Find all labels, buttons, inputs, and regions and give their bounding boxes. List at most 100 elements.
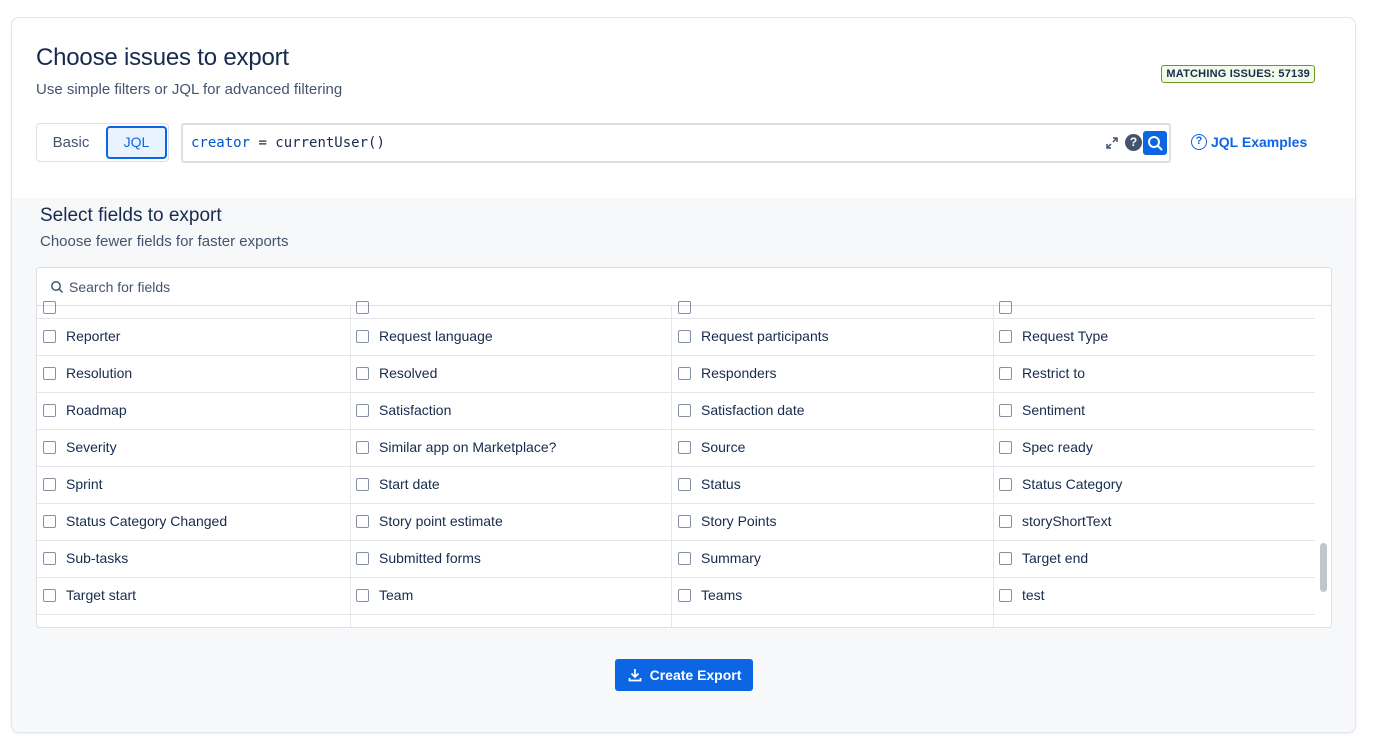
field-option[interactable]: Story point estimate <box>356 503 666 539</box>
jql-mode-button[interactable]: JQL <box>106 126 167 159</box>
jql-query-rest: = currentUser() <box>250 135 385 151</box>
field-option[interactable]: Satisfaction date <box>678 392 987 428</box>
field-checkbox[interactable] <box>999 588 1012 602</box>
field-checkbox[interactable] <box>678 477 691 491</box>
field-option[interactable]: Status Category Changed <box>43 503 344 539</box>
field-checkbox[interactable] <box>43 588 56 602</box>
field-checkbox[interactable] <box>43 366 56 380</box>
jql-examples-label: JQL Examples <box>1211 134 1308 150</box>
field-checkbox[interactable] <box>356 301 369 314</box>
field-checkbox[interactable] <box>43 440 56 454</box>
field-checkbox[interactable] <box>678 588 691 602</box>
field-option[interactable]: Resolved <box>356 355 666 391</box>
field-option[interactable]: Similar app on Marketplace? <box>356 429 666 465</box>
download-icon <box>628 669 641 682</box>
field-checkbox[interactable] <box>356 588 369 602</box>
field-checkbox[interactable] <box>999 366 1012 380</box>
field-checkbox[interactable] <box>43 301 56 314</box>
field-option[interactable]: Target start <box>43 577 344 613</box>
matching-issues-badge: MATCHING ISSUES: 57139 <box>1161 65 1315 83</box>
field-option[interactable]: Roadmap <box>43 392 344 428</box>
field-option[interactable]: Source <box>678 429 987 465</box>
field-checkbox[interactable] <box>678 440 691 454</box>
field-label: Team <box>379 587 414 603</box>
field-option[interactable]: Team <box>356 577 666 613</box>
field-checkbox[interactable] <box>678 329 691 343</box>
field-option[interactable]: storyShortText <box>999 503 1310 539</box>
field-option[interactable]: Teams <box>678 577 987 613</box>
expand-icon[interactable] <box>1105 136 1119 150</box>
field-checkbox[interactable] <box>999 551 1012 565</box>
field-option[interactable]: test <box>999 577 1310 613</box>
field-option[interactable]: Story Points <box>678 503 987 539</box>
field-checkbox[interactable] <box>43 403 56 417</box>
field-label: Reporter <box>66 328 121 344</box>
fields-scrollbar[interactable] <box>1315 306 1331 627</box>
field-option[interactable]: Request Type <box>999 318 1310 354</box>
jql-query-input[interactable]: creator = currentUser() ? <box>181 123 1171 163</box>
field-option[interactable]: Reporter <box>43 318 344 354</box>
field-option[interactable]: Sub-tasks <box>43 540 344 576</box>
help-icon[interactable]: ? <box>1125 134 1142 151</box>
field-label: Resolved <box>379 365 438 381</box>
field-label: Target end <box>1022 550 1089 566</box>
field-label: Submitted forms <box>379 550 481 566</box>
field-checkbox[interactable] <box>356 440 369 454</box>
field-option[interactable]: Submitted forms <box>356 540 666 576</box>
field-option[interactable]: Spec ready <box>999 429 1310 465</box>
field-checkbox[interactable] <box>43 514 56 528</box>
field-checkbox[interactable] <box>43 477 56 491</box>
field-checkbox[interactable] <box>678 403 691 417</box>
field-label: Source <box>701 439 746 455</box>
field-checkbox[interactable] <box>356 329 369 343</box>
field-option[interactable]: Responders <box>678 355 987 391</box>
jql-examples-link[interactable]: ? JQL Examples <box>1191 132 1307 152</box>
field-option[interactable]: Summary <box>678 540 987 576</box>
field-checkbox[interactable] <box>999 403 1012 417</box>
field-option[interactable]: Restrict to <box>999 355 1310 391</box>
field-option[interactable]: Target end <box>999 540 1310 576</box>
field-checkbox[interactable] <box>999 477 1012 491</box>
jql-search-button[interactable] <box>1143 131 1167 155</box>
field-label: Request Type <box>1022 328 1109 344</box>
field-checkbox[interactable] <box>43 329 56 343</box>
field-checkbox[interactable] <box>356 551 369 565</box>
field-option[interactable]: Sentiment <box>999 392 1310 428</box>
field-checkbox[interactable] <box>356 477 369 491</box>
field-option[interactable]: Status <box>678 466 987 502</box>
field-option[interactable]: Request language <box>356 318 666 354</box>
field-checkbox[interactable] <box>356 366 369 380</box>
field-search-input[interactable] <box>69 276 669 298</box>
jql-query-text[interactable]: creator = currentUser() <box>191 135 385 151</box>
field-checkbox[interactable] <box>999 440 1012 454</box>
field-option[interactable]: Start date <box>356 466 666 502</box>
field-label: test <box>1022 587 1045 603</box>
scrollbar-thumb[interactable] <box>1320 543 1327 592</box>
field-checkbox[interactable] <box>999 514 1012 528</box>
field-option[interactable]: Sprint <box>43 466 344 502</box>
jql-keyword: creator <box>191 135 251 151</box>
field-checkbox[interactable] <box>678 514 691 528</box>
field-option[interactable]: Severity <box>43 429 344 465</box>
field-label: Story point estimate <box>379 513 503 529</box>
field-checkbox[interactable] <box>999 329 1012 343</box>
create-export-button[interactable]: Create Export <box>615 659 753 691</box>
field-checkbox[interactable] <box>678 366 691 380</box>
field-option[interactable]: Resolution <box>43 355 344 391</box>
field-checkbox[interactable] <box>678 551 691 565</box>
field-option[interactable]: Request participants <box>678 318 987 354</box>
field-label: Similar app on Marketplace? <box>379 439 557 455</box>
field-label: Roadmap <box>66 402 127 418</box>
field-checkbox[interactable] <box>356 514 369 528</box>
field-checkbox[interactable] <box>999 301 1012 314</box>
search-icon <box>1148 136 1163 151</box>
field-option[interactable]: Satisfaction <box>356 392 666 428</box>
field-option[interactable]: Status Category <box>999 466 1310 502</box>
basic-mode-button[interactable]: Basic <box>37 124 105 161</box>
page-subtitle: Use simple filters or JQL for advanced f… <box>36 81 343 98</box>
field-label: Sprint <box>66 476 103 492</box>
field-checkbox[interactable] <box>43 551 56 565</box>
field-checkbox[interactable] <box>678 301 691 314</box>
field-label: Target start <box>66 587 137 603</box>
field-checkbox[interactable] <box>356 403 369 417</box>
